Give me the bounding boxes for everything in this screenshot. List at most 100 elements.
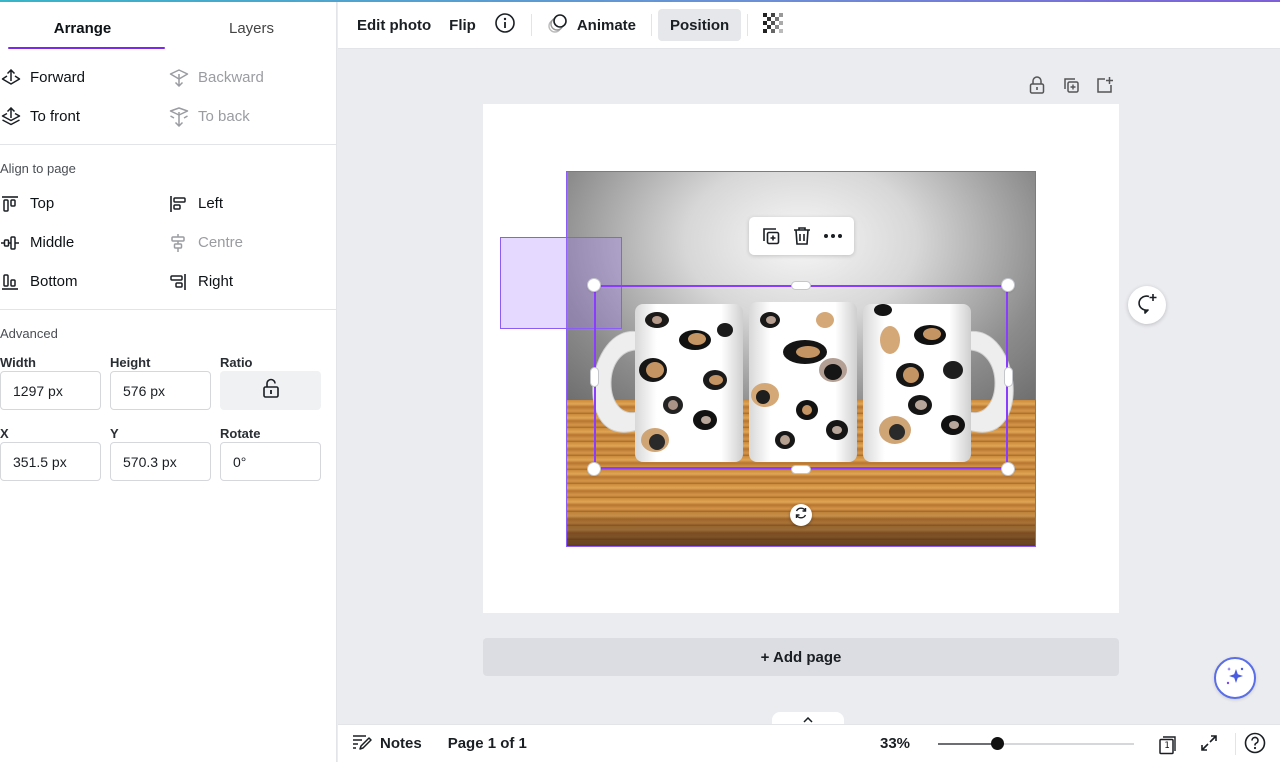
comment-add-icon bbox=[1136, 292, 1158, 319]
editor-footer: Notes Page 1 of 1 33% 1 bbox=[338, 724, 1280, 762]
width-input[interactable] bbox=[0, 371, 101, 410]
forward-button[interactable]: Forward bbox=[0, 58, 168, 97]
to-back-button[interactable]: To back bbox=[168, 97, 336, 136]
resize-handle-bottom-right[interactable] bbox=[1002, 463, 1014, 475]
forward-icon bbox=[0, 68, 30, 88]
page-tools bbox=[1026, 74, 1116, 96]
duplicate-page-icon[interactable] bbox=[1060, 74, 1082, 96]
resize-handle-bottom[interactable] bbox=[792, 466, 810, 473]
zoom-slider[interactable] bbox=[938, 737, 1134, 750]
help-icon bbox=[1244, 732, 1266, 759]
advanced-section-title: Advanced bbox=[0, 326, 58, 341]
notes-label: Notes bbox=[380, 735, 422, 752]
info-icon bbox=[494, 12, 516, 38]
backward-button[interactable]: Backward bbox=[168, 58, 336, 97]
align-bottom-icon bbox=[0, 272, 30, 292]
flip-button[interactable]: Flip bbox=[440, 9, 485, 41]
page-count-badge: 1 bbox=[1164, 741, 1170, 751]
align-top-button[interactable]: Top bbox=[0, 184, 168, 223]
align-bottom-button[interactable]: Bottom bbox=[0, 262, 168, 301]
pages-icon: 1 bbox=[1158, 734, 1180, 756]
x-input[interactable] bbox=[0, 442, 101, 481]
resize-handle-left[interactable] bbox=[591, 368, 598, 386]
align-top-label: Top bbox=[30, 195, 55, 212]
resize-handle-right[interactable] bbox=[1005, 368, 1012, 386]
arrange-panel: Arrange Layers Forward Backward To front bbox=[0, 2, 337, 762]
y-label: Y bbox=[110, 426, 119, 441]
to-front-label: To front bbox=[30, 108, 81, 125]
resize-handle-top[interactable] bbox=[792, 282, 810, 289]
zoom-slider-thumb[interactable] bbox=[990, 737, 1004, 750]
align-right-label: Right bbox=[198, 273, 234, 290]
add-comment-button[interactable] bbox=[1128, 286, 1166, 324]
shape-element[interactable] bbox=[500, 237, 622, 329]
align-top-icon bbox=[0, 194, 30, 214]
transparency-button[interactable] bbox=[754, 9, 792, 41]
element-floating-menu bbox=[749, 217, 854, 255]
info-button[interactable] bbox=[485, 9, 525, 41]
animate-icon bbox=[547, 12, 569, 38]
animate-button[interactable]: Animate bbox=[538, 9, 645, 41]
resize-handle-bottom-left[interactable] bbox=[588, 463, 600, 475]
to-back-icon bbox=[168, 106, 198, 127]
ratio-lock-button[interactable] bbox=[220, 371, 321, 410]
help-button[interactable] bbox=[1244, 732, 1266, 759]
add-page-button[interactable]: + Add page bbox=[483, 638, 1119, 676]
forward-label: Forward bbox=[30, 69, 86, 86]
fullscreen-button[interactable] bbox=[1198, 734, 1220, 756]
to-front-icon bbox=[0, 106, 30, 127]
duplicate-icon[interactable] bbox=[758, 223, 784, 249]
unlock-icon bbox=[262, 378, 280, 403]
rotate-icon bbox=[794, 506, 808, 525]
align-section-title: Align to page bbox=[0, 161, 76, 176]
tab-arrange[interactable]: Arrange bbox=[0, 2, 165, 49]
sparkle-icon bbox=[1223, 664, 1247, 693]
align-left-label: Left bbox=[198, 195, 224, 212]
page-grid-button[interactable]: 1 bbox=[1158, 734, 1180, 756]
toolbar-divider bbox=[530, 14, 532, 36]
resize-handle-top-right[interactable] bbox=[1002, 279, 1014, 291]
align-centre-label: Centre bbox=[198, 234, 244, 251]
panel-tabs: Arrange Layers bbox=[0, 2, 336, 49]
to-front-button[interactable]: To front bbox=[0, 97, 168, 136]
resize-handle-top-left[interactable] bbox=[588, 279, 600, 291]
rotate-handle[interactable] bbox=[790, 504, 812, 526]
toolbar-divider bbox=[651, 14, 653, 36]
zoom-level[interactable]: 33% bbox=[880, 735, 910, 752]
backward-icon bbox=[168, 68, 198, 88]
magic-assistant-button[interactable] bbox=[1214, 657, 1256, 699]
zoom-slider-fill bbox=[938, 743, 997, 745]
height-input[interactable] bbox=[110, 371, 211, 410]
align-middle-button[interactable]: Middle bbox=[0, 223, 168, 262]
to-back-label: To back bbox=[198, 108, 250, 125]
align-bottom-label: Bottom bbox=[30, 273, 78, 290]
expand-icon bbox=[1200, 734, 1218, 757]
animate-label: Animate bbox=[576, 16, 637, 34]
align-right-button[interactable]: Right bbox=[168, 262, 336, 301]
context-toolbar: Edit photo Flip Animate Position bbox=[338, 2, 1280, 48]
tab-layers[interactable]: Layers bbox=[169, 2, 334, 48]
notes-button[interactable]: Notes bbox=[352, 733, 422, 755]
transparency-icon bbox=[763, 13, 784, 37]
align-left-button[interactable]: Left bbox=[168, 184, 336, 223]
add-page-icon[interactable] bbox=[1094, 74, 1116, 96]
align-centre-button[interactable]: Centre bbox=[168, 223, 336, 262]
y-input[interactable] bbox=[110, 442, 211, 481]
rotate-label: Rotate bbox=[220, 426, 261, 441]
position-button[interactable]: Position bbox=[658, 9, 742, 41]
align-left-icon bbox=[168, 194, 198, 214]
more-icon[interactable] bbox=[820, 223, 846, 249]
edit-photo-button[interactable]: Edit photo bbox=[348, 9, 440, 41]
lock-icon[interactable] bbox=[1026, 74, 1048, 96]
mug-mockup-image bbox=[592, 302, 1014, 462]
height-label: Height bbox=[110, 355, 151, 370]
footer-divider bbox=[1235, 733, 1236, 755]
align-right-icon bbox=[168, 272, 198, 292]
trash-icon[interactable] bbox=[789, 223, 815, 249]
ratio-label: Ratio bbox=[220, 355, 253, 370]
page-indicator[interactable]: Page 1 of 1 bbox=[448, 735, 527, 752]
width-label: Width bbox=[0, 355, 36, 370]
rotate-input[interactable] bbox=[220, 442, 321, 481]
align-centre-icon bbox=[168, 233, 198, 253]
notes-icon bbox=[352, 733, 372, 755]
